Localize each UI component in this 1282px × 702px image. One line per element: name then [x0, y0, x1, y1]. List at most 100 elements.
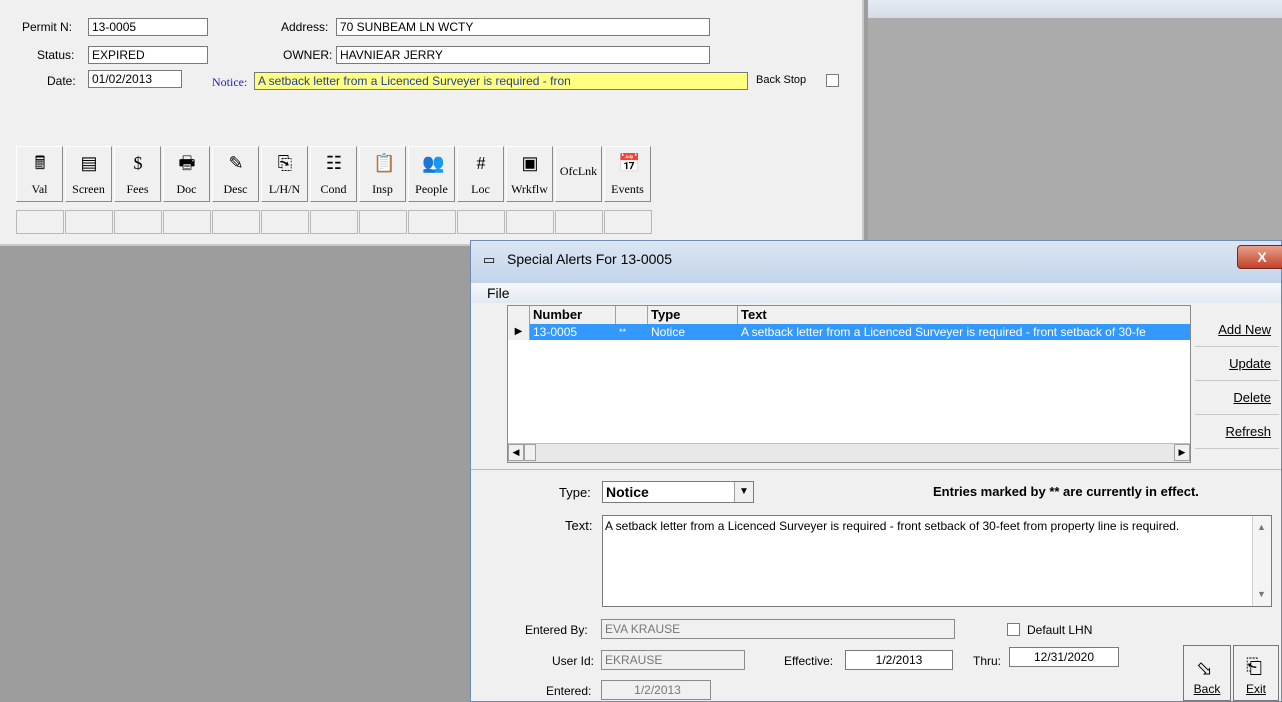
back-arrow-icon: ⬂ [1196, 658, 1213, 680]
row-pointer-icon: ▶ [508, 324, 530, 340]
default-lhn-checkbox[interactable] [1007, 623, 1020, 636]
toolbar-events-label: Events [611, 182, 644, 196]
header-number[interactable]: Number [530, 306, 616, 324]
toolbar-people-button[interactable]: 👥 People [408, 146, 455, 202]
menu-file[interactable]: File [487, 285, 510, 301]
delete-label: Delete [1233, 390, 1271, 405]
toolbar-val-button[interactable]: 🖩 Val [16, 146, 63, 202]
row-type: Notice [651, 325, 686, 339]
exit-label-text: Exit [1245, 682, 1266, 696]
header-flag[interactable] [616, 306, 648, 324]
refresh-button[interactable]: Refresh [1195, 415, 1279, 449]
dialog-title: Special Alerts For 13-0005 [507, 251, 672, 267]
refresh-label: Refresh [1225, 424, 1271, 439]
menu-bar: File [471, 283, 1281, 303]
toolbar-wrkflw-label: Wrkflw [511, 182, 548, 196]
toolbar-ofclnk-button[interactable]: OfcLnk [555, 146, 602, 202]
entered-by-label: Entered By: [525, 623, 588, 637]
table-row[interactable]: ▶ 13-0005 ** Notice A setback letter fro… [508, 324, 1190, 340]
scroll-up-icon[interactable]: ▲ [1257, 520, 1266, 535]
close-button[interactable]: X [1237, 245, 1282, 269]
notice-field[interactable]: A setback letter from a Licenced Surveye… [254, 72, 748, 90]
scroll-right-icon[interactable]: ▶ [1174, 444, 1190, 461]
grid-map-icon: # [476, 153, 486, 173]
toolbar-ofclnk-label: OfcLnk [559, 164, 598, 178]
horizontal-scrollbar[interactable]: ◀ ▶ [508, 443, 1190, 462]
back-stop-label: Back Stop [756, 74, 806, 86]
exit-door-icon: ⎗ [1246, 656, 1262, 678]
status-cell [310, 210, 358, 234]
text-area-content: A setback letter from a Licenced Surveye… [605, 519, 1180, 533]
owner-label: OWNER: [283, 48, 333, 62]
user-id-label: User Id: [552, 654, 595, 668]
delete-button[interactable]: Delete [1195, 381, 1279, 415]
back-button[interactable]: ⬂ Back [1183, 645, 1231, 701]
toolbar-doc-button[interactable]: 🖶 Doc [163, 146, 210, 202]
header-text[interactable]: Text [738, 306, 1192, 324]
scroll-down-icon[interactable]: ▼ [1257, 587, 1266, 602]
default-lhn-label: Default LHN [1027, 623, 1093, 637]
permit-label: Permit N: [22, 20, 73, 34]
date-field[interactable]: 01/02/2013 [88, 70, 182, 88]
add-new-label: Add New [1218, 322, 1271, 337]
toolbar-lhn-button[interactable]: ⎘ L/H/N [261, 146, 308, 202]
date-label: Date: [47, 74, 76, 88]
entered-label: Entered: [546, 684, 592, 698]
toolbar-fees-button[interactable]: $ Fees [114, 146, 161, 202]
effective-field[interactable]: 1/2/2013 [845, 650, 953, 670]
exit-button[interactable]: ⎗ Exit [1233, 645, 1279, 701]
toolbar-insp-button[interactable]: 📋 Insp [359, 146, 406, 202]
add-new-button[interactable]: Add New [1195, 313, 1279, 347]
type-select[interactable]: Notice ▼ [602, 481, 754, 503]
toolbar-desc-button[interactable]: ✎ Desc [212, 146, 259, 202]
grid-header: Number Type Text [508, 306, 1190, 325]
background-window-strip [868, 0, 1282, 18]
type-select-value: Notice [606, 484, 649, 500]
back-stop-checkbox[interactable] [826, 74, 839, 87]
entered-by-field: EVA KRAUSE [601, 619, 955, 639]
status-cell [212, 210, 260, 234]
dialog-titlebar[interactable]: ▭ Special Alerts For 13-0005 X [471, 241, 1282, 283]
toolbar: 🖩 Val ▤ Screen $ Fees 🖶 Doc ✎ Desc ⎘ L/H/N ☷ Cond 📋 Ins… [16, 146, 653, 202]
row-flag: ** [619, 327, 627, 337]
status-cell [555, 210, 603, 234]
update-button[interactable]: Update [1195, 347, 1279, 381]
owner-field[interactable]: HAVNIEAR JERRY [336, 46, 710, 64]
scroll-left-icon[interactable]: ◀ [508, 444, 524, 461]
update-label: Update [1229, 356, 1271, 371]
calculator-icon: 🖩 [34, 153, 46, 173]
toolbar-events-button[interactable]: 📅 Events [604, 146, 651, 202]
clipboard-icon: 📋 [373, 153, 396, 173]
thru-label: Thru: [973, 654, 1002, 668]
text-area-scrollbar[interactable]: ▲ ▼ [1252, 516, 1271, 606]
status-field[interactable]: EXPIRED [88, 46, 208, 64]
entered-field: 1/2/2013 [601, 680, 711, 700]
permit-form: Permit N: 13-0005 Status: EXPIRED Date: … [0, 0, 864, 246]
status-label: Status: [37, 48, 75, 62]
workflow-icon: ▣ [521, 153, 539, 173]
status-cell [114, 210, 162, 234]
status-cell [359, 210, 407, 234]
header-type[interactable]: Type [648, 306, 738, 324]
alerts-grid[interactable]: Number Type Text ▶ 13-0005 ** Notice A s… [507, 305, 1191, 463]
effective-label: Effective: [784, 654, 834, 668]
scroll-thumb[interactable] [524, 444, 536, 461]
divider [471, 469, 1281, 470]
notice-label: Notice: [212, 75, 248, 89]
status-cell [604, 210, 652, 234]
address-field[interactable]: 70 SUNBEAM LN WCTY [336, 18, 710, 36]
toolbar-wrkflw-button[interactable]: ▣ Wrkflw [506, 146, 553, 202]
permit-number-field[interactable]: 13-0005 [88, 18, 208, 36]
toolbar-val-label: Val [31, 182, 48, 196]
status-cell [261, 210, 309, 234]
toolbar-doc-label: Doc [176, 182, 197, 196]
monitor-icon: ▤ [80, 153, 98, 173]
toolbar-screen-label: Screen [72, 182, 105, 196]
type-label: Type: [559, 485, 591, 500]
toolbar-cond-button[interactable]: ☷ Cond [310, 146, 357, 202]
thru-field[interactable]: 12/31/2020 [1009, 647, 1119, 667]
text-area[interactable]: A setback letter from a Licenced Surveye… [602, 515, 1272, 607]
toolbar-loc-button[interactable]: # Loc [457, 146, 504, 202]
toolbar-screen-button[interactable]: ▤ Screen [65, 146, 112, 202]
chevron-down-icon[interactable]: ▼ [734, 482, 753, 502]
